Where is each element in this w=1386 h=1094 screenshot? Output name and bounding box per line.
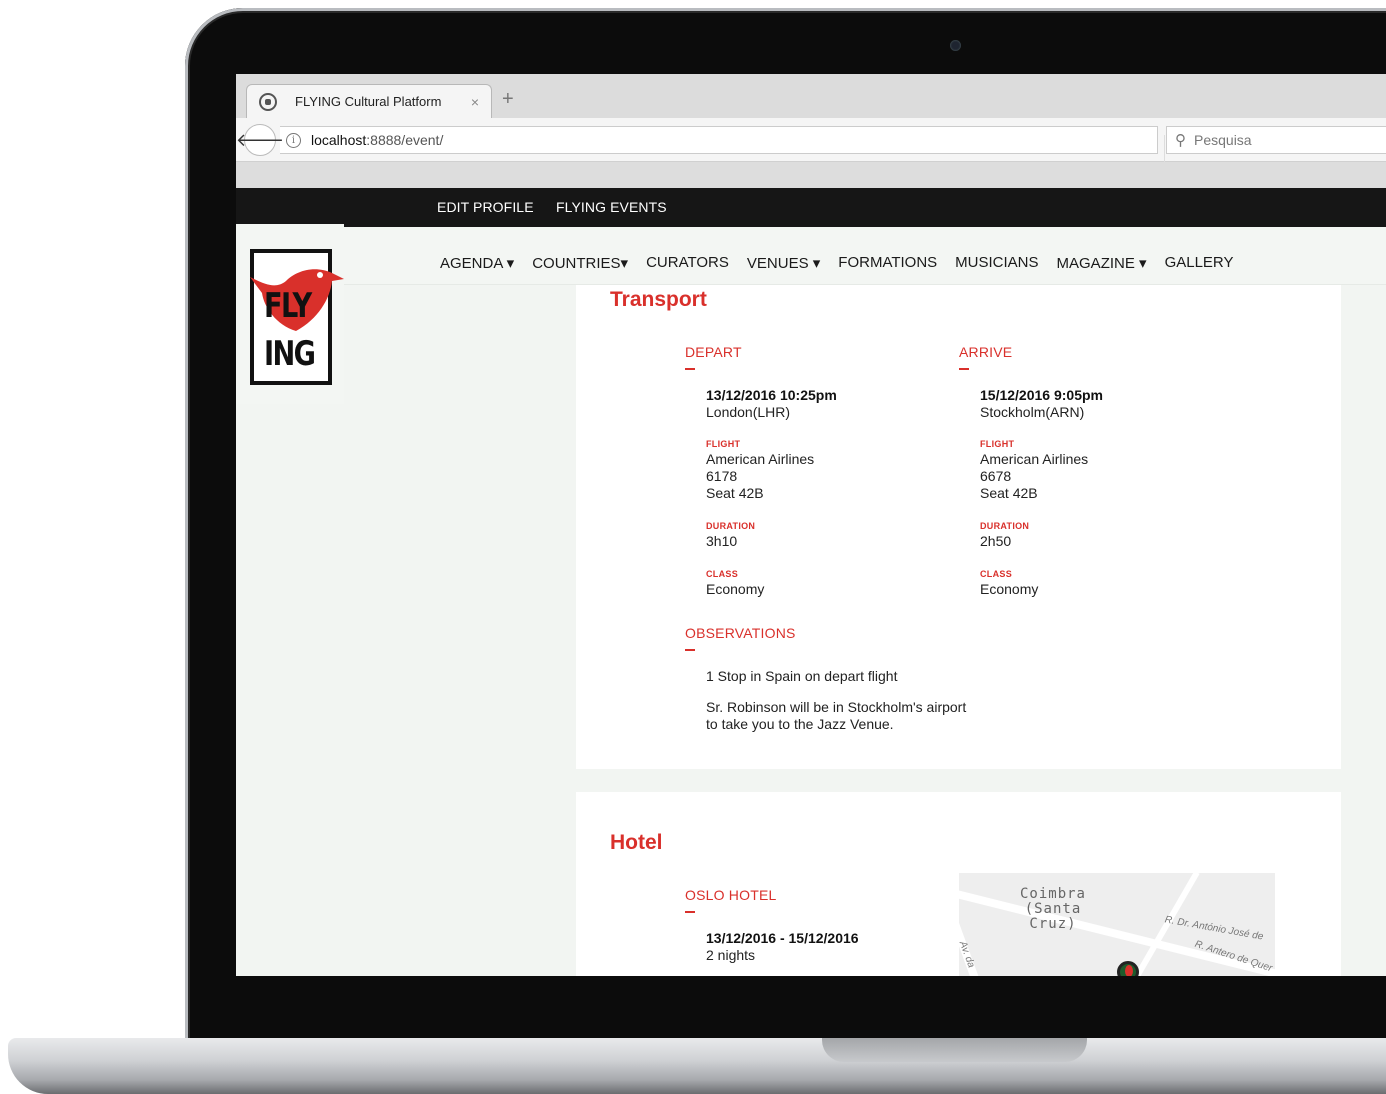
- screen: FLYING Cultural Platform × + i localhost…: [236, 74, 1386, 976]
- depart-seat: Seat 42B: [706, 485, 764, 501]
- back-arrow-icon: 🡐: [236, 129, 285, 150]
- nav-countries[interactable]: COUNTRIES▾: [532, 254, 628, 272]
- site-topbar: EDIT PROFILE FLYING EVENTS: [236, 188, 1386, 227]
- depart-class: Economy: [706, 581, 765, 597]
- arrive-flight-label: FLIGHT: [980, 439, 1015, 449]
- map-pin-icon[interactable]: [1117, 961, 1139, 976]
- webcam: [950, 40, 961, 51]
- hotel-dates: 13/12/2016 - 15/12/2016: [706, 930, 859, 946]
- logo-text-fly: FLY: [264, 286, 312, 326]
- hotel-map[interactable]: Coimbra (Santa Cruz) R. Dr. António José…: [959, 873, 1275, 976]
- site-favicon-icon: [259, 92, 277, 111]
- nav-agenda[interactable]: AGENDA ▾: [440, 254, 514, 272]
- observations-heading: OBSERVATIONS: [685, 625, 796, 651]
- arrive-duration: 2h50: [980, 533, 1012, 549]
- edit-profile-link[interactable]: EDIT PROFILE: [437, 199, 534, 215]
- search-placeholder: Pesquisa: [1194, 132, 1252, 148]
- depart-airline: American Airlines: [706, 451, 815, 467]
- arrive-place: Stockholm(ARN): [980, 404, 1085, 420]
- close-tab-icon[interactable]: ×: [471, 94, 479, 110]
- depart-datetime: 13/12/2016 10:25pm: [706, 387, 837, 403]
- main-nav: AGENDA ▾ COUNTRIES▾ CURATORS VENUES ▾ FO…: [440, 254, 1252, 272]
- observation-1: 1 Stop in Spain on depart flight: [706, 668, 898, 684]
- map-place-line-2: (Santa Cruz): [1024, 901, 1082, 932]
- arrive-flight-number: 6678: [980, 468, 1012, 484]
- depart-place: London(LHR): [706, 404, 791, 420]
- nav-curators[interactable]: CURATORS: [646, 254, 729, 272]
- flying-events-link[interactable]: FLYING EVENTS: [556, 199, 667, 215]
- flying-logo[interactable]: FLY ING: [250, 249, 344, 385]
- back-button[interactable]: 🡐: [236, 124, 284, 156]
- nav-magazine[interactable]: MAGAZINE ▾: [1057, 254, 1147, 272]
- laptop-notch: [822, 1038, 1087, 1062]
- depart-duration: 3h10: [706, 533, 738, 549]
- nav-musicians[interactable]: MUSICIANS: [955, 254, 1038, 272]
- map-place-line-1: Coimbra: [1019, 886, 1086, 902]
- site-header: AGENDA ▾ COUNTRIES▾ CURATORS VENUES ▾ FO…: [236, 227, 1386, 285]
- depart-flight-label: FLIGHT: [706, 439, 741, 449]
- laptop-base: [8, 1038, 1386, 1094]
- observation-2-line-1: Sr. Robinson will be in Stockholm's airp…: [706, 699, 967, 715]
- browser-tab-strip: FLYING Cultural Platform × +: [236, 74, 1386, 124]
- tab-title: FLYING Cultural Platform: [295, 94, 442, 109]
- search-icon: ⚲: [1175, 132, 1186, 149]
- logo-text-ing: ING: [264, 334, 316, 374]
- nav-venues[interactable]: VENUES ▾: [747, 254, 820, 272]
- url-path: :8888/event/: [366, 132, 444, 148]
- depart-flight-number: 6178: [706, 468, 738, 484]
- nav-gallery[interactable]: GALLERY: [1165, 254, 1234, 272]
- address-bar[interactable]: i localhost:8888/event/ ↻: [280, 126, 1190, 163]
- depart-class-label: CLASS: [706, 569, 739, 579]
- info-icon[interactable]: i: [286, 132, 301, 148]
- map-street-3: Av. da: [959, 939, 977, 970]
- arrive-class: Economy: [980, 581, 1039, 597]
- arrive-seat: Seat 42B: [980, 485, 1038, 501]
- arrive-heading: ARRIVE: [959, 344, 1013, 370]
- hotel-nights: 2 nights: [706, 947, 756, 963]
- browser-tab[interactable]: FLYING Cultural Platform ×: [246, 84, 492, 118]
- arrive-airline: American Airlines: [980, 451, 1089, 467]
- arrive-datetime: 15/12/2016 9:05pm: [980, 387, 1103, 403]
- arrive-duration-label: DURATION: [980, 521, 1030, 531]
- observation-2-line-2: to take you to the Jazz Venue.: [706, 716, 894, 732]
- hotel-name: OSLO HOTEL: [685, 887, 777, 913]
- search-input[interactable]: ⚲ Pesquisa: [1166, 126, 1386, 154]
- depart-heading: DEPART: [685, 344, 742, 370]
- new-tab-button[interactable]: +: [502, 88, 514, 111]
- bookmarks-bar: [236, 162, 1386, 188]
- map-place-label: Coimbra (Santa Cruz): [1003, 887, 1103, 932]
- browser-toolbar: i localhost:8888/event/ ↻ 🡐 ⚲ Pesquisa: [236, 118, 1386, 163]
- nav-formations[interactable]: FORMATIONS: [838, 254, 937, 272]
- depart-duration-label: DURATION: [706, 521, 756, 531]
- arrive-class-label: CLASS: [980, 569, 1013, 579]
- hotel-title: Hotel: [610, 831, 663, 854]
- transport-title: Transport: [610, 288, 707, 311]
- map-street-1: R. Dr. António José de: [1163, 914, 1265, 943]
- url-host: localhost: [311, 132, 367, 148]
